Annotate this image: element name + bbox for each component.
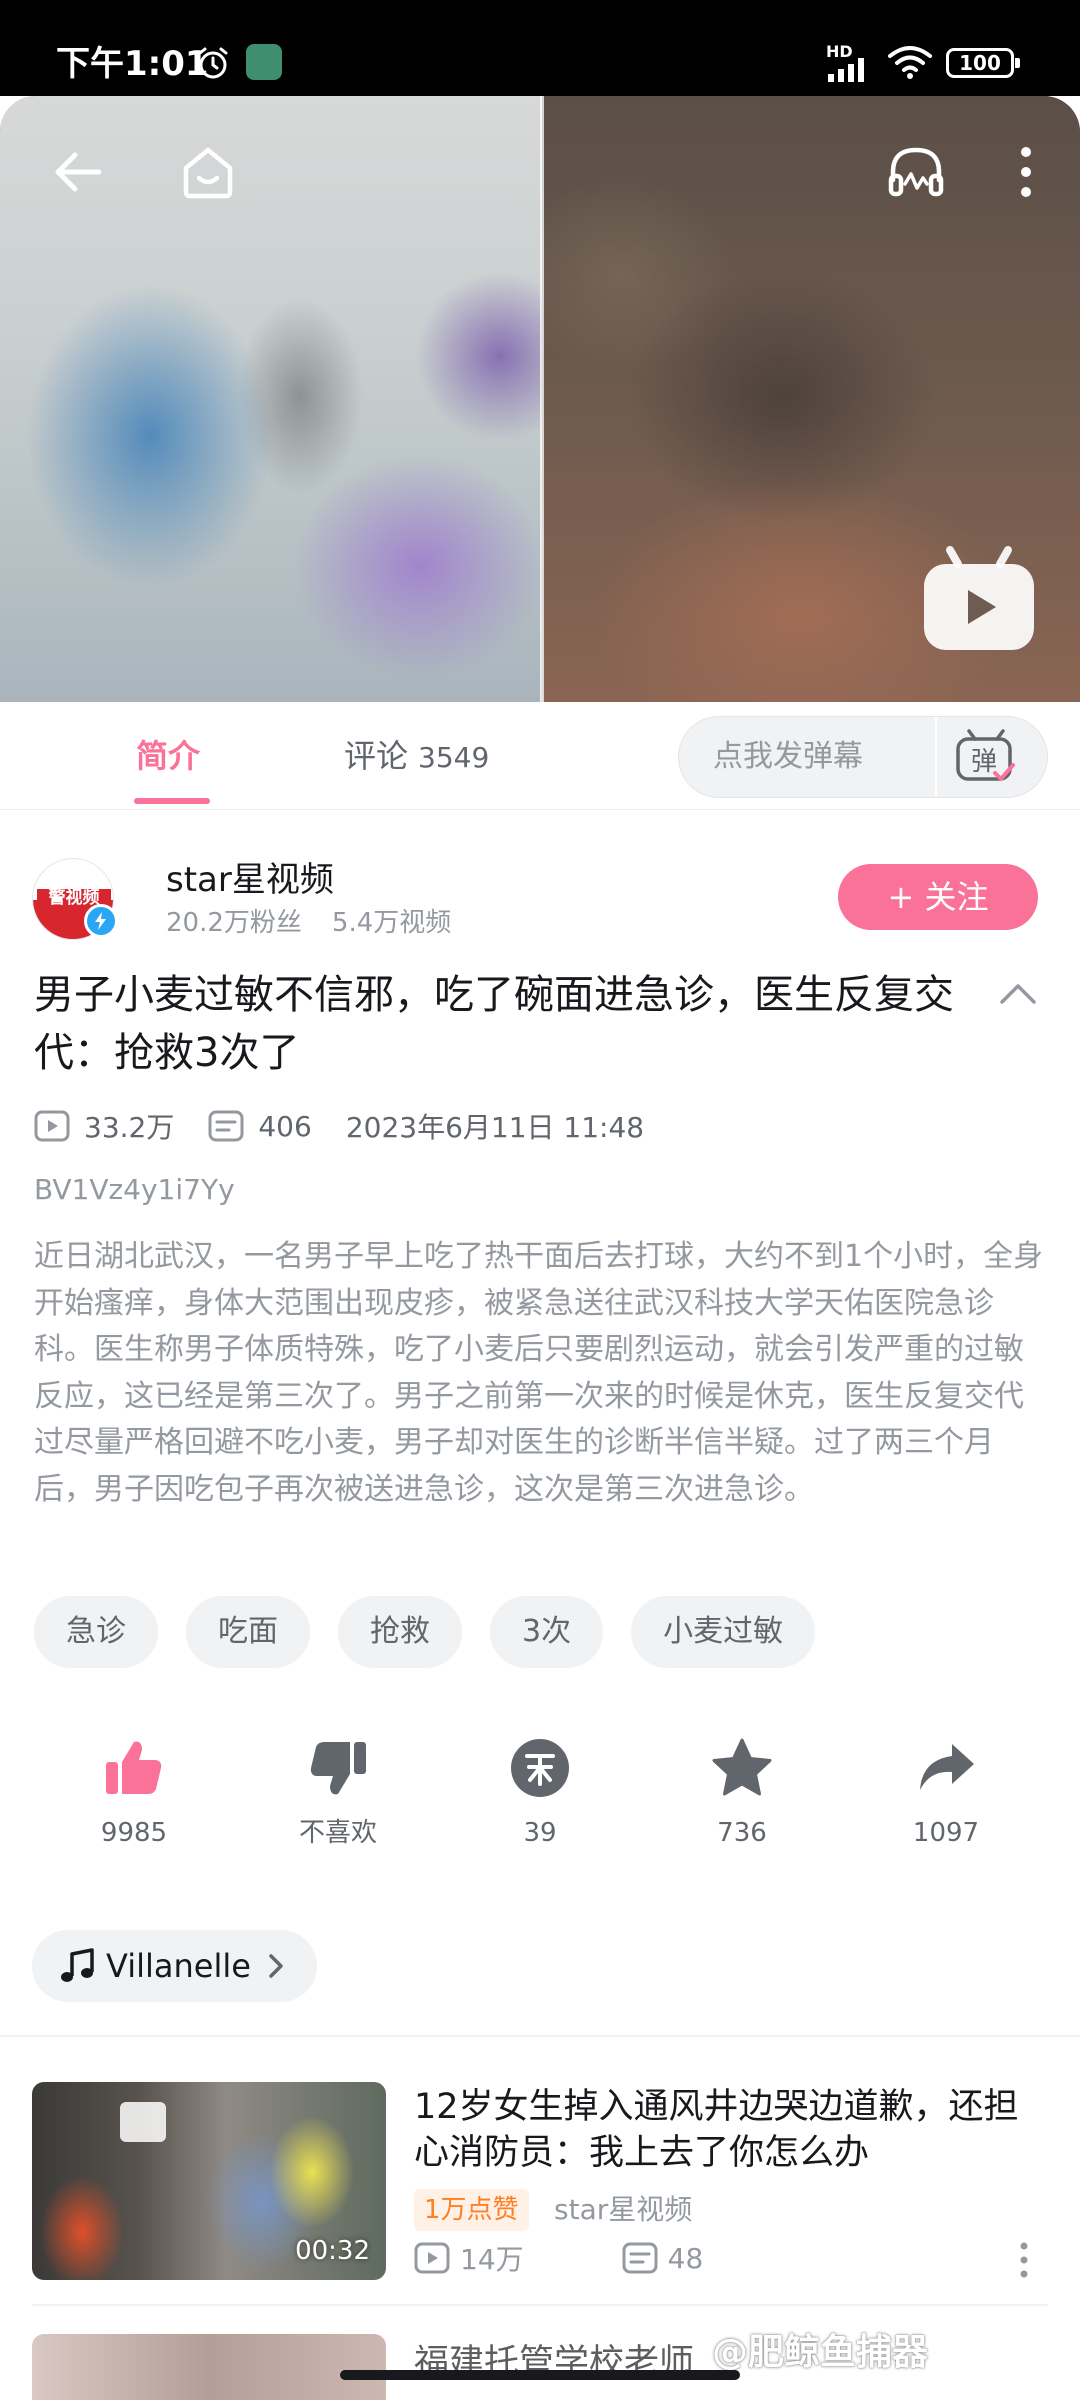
thumbnail-sticker xyxy=(120,2102,166,2142)
danmaku-count: 406 xyxy=(258,1109,312,1143)
next-recommended-thumbnail[interactable] xyxy=(32,2334,386,2400)
audio-mode-button[interactable] xyxy=(880,136,952,208)
wifi-icon xyxy=(888,46,932,79)
tv-play-icon[interactable] xyxy=(920,544,1038,654)
music-note-icon xyxy=(61,1948,94,1982)
more-options-button[interactable] xyxy=(990,136,1062,208)
uploader-stats: 20.2万粉丝 5.4万视频 xyxy=(166,904,451,942)
notification-app-icon xyxy=(246,44,282,80)
uploader-name[interactable]: star星视频 xyxy=(166,856,334,904)
home-icon xyxy=(183,147,233,199)
back-arrow-icon xyxy=(55,152,102,192)
recommended-thumbnail[interactable]: 00:32 xyxy=(32,2082,386,2280)
more-vertical-icon xyxy=(1021,147,1031,197)
danmaku-count-icon xyxy=(208,1110,244,1142)
battery-indicator: 100 xyxy=(946,48,1020,78)
share-count: 1097 xyxy=(912,1818,980,1848)
share-button[interactable]: 1097 xyxy=(876,1736,1016,1852)
status-time: 下午1:01 xyxy=(56,44,209,84)
thumbs-up-icon xyxy=(106,1741,162,1794)
play-count-icon xyxy=(414,2242,450,2274)
status-bar: 下午1:01 HD 100 xyxy=(0,0,1080,96)
coin-icon xyxy=(511,1739,569,1797)
chevron-up-icon[interactable] xyxy=(996,978,1040,1008)
tag-chip[interactable]: 3次 xyxy=(490,1596,604,1668)
tag-list: 急诊 吃面 抢救 3次 小麦过敏 xyxy=(34,1596,843,1668)
play-count-icon xyxy=(34,1110,70,1142)
video-meta: 33.2万 406 2023年6月11日 11:48 xyxy=(34,1104,644,1148)
back-button[interactable] xyxy=(42,136,114,208)
video-title: 男子小麦过敏不信邪，吃了碗面进急诊，医生反复交代：抢救3次了 xyxy=(34,972,954,1076)
music-title: Villanelle xyxy=(106,1947,251,1985)
recommended-title[interactable]: 12岁女生掉入通风井边哭边道歉，还担心消防员：我上去了你怎么办 xyxy=(414,2084,1050,2176)
alarm-icon xyxy=(198,47,228,79)
like-count: 9985 xyxy=(100,1818,168,1848)
coin-button[interactable]: 39 xyxy=(470,1736,610,1852)
watermark: @肥鲸鱼捕器 xyxy=(712,2332,929,2373)
danmaku-divider xyxy=(935,717,937,797)
favorite-button[interactable]: 736 xyxy=(672,1736,812,1852)
danmaku-bar: 点我发弹幕 弹 xyxy=(678,716,1048,798)
share-arrow-icon xyxy=(920,1744,974,1790)
video-player[interactable] xyxy=(0,96,1080,702)
list-divider xyxy=(32,2304,1048,2306)
tag-chip[interactable]: 小麦过敏 xyxy=(631,1596,816,1668)
tab-intro[interactable]: 简介 xyxy=(136,732,200,780)
chevron-right-icon xyxy=(269,1954,283,1978)
signal-icon xyxy=(828,58,864,82)
tag-chip[interactable]: 急诊 xyxy=(34,1596,158,1668)
thumbs-down-icon xyxy=(310,1742,366,1795)
danmaku-input[interactable]: 点我发弹幕 xyxy=(713,734,863,780)
dislike-label: 不喜欢 xyxy=(298,1818,377,1848)
tab-active-indicator xyxy=(134,798,210,804)
recommended-danmaku: 48 xyxy=(667,2241,704,2275)
publish-date: 2023年6月11日 11:48 xyxy=(345,1111,645,1144)
coin-count: 39 xyxy=(523,1818,557,1848)
section-divider xyxy=(0,2035,1080,2037)
video-tab-bar: 简介 评论 3549 点我发弹幕 弹 xyxy=(0,702,1080,810)
recommended-author: star星视频 xyxy=(554,2193,693,2226)
home-button[interactable] xyxy=(172,136,244,208)
headphones-icon xyxy=(888,147,944,197)
tag-chip[interactable]: 吃面 xyxy=(186,1596,310,1668)
dislike-button[interactable]: 不喜欢 xyxy=(268,1736,408,1852)
follow-button[interactable]: + 关注 xyxy=(838,864,1038,930)
uploader-logo-text: 警视频 xyxy=(48,887,100,908)
tag-chip[interactable]: 抢救 xyxy=(338,1596,462,1668)
uploader-fans: 20.2万粉丝 xyxy=(166,908,302,938)
video-split-divider xyxy=(540,96,544,702)
danmaku-count-icon xyxy=(622,2242,658,2274)
bvid[interactable]: BV1Vz4y1i7Yy xyxy=(34,1170,235,1210)
tab-comments-count: 3549 xyxy=(418,741,490,774)
more-vertical-icon[interactable] xyxy=(1012,2240,1036,2280)
home-indicator[interactable] xyxy=(340,2370,740,2380)
next-recommended-title[interactable]: 福建托管学校老师 xyxy=(414,2340,714,2370)
favorite-count: 736 xyxy=(717,1818,767,1848)
tab-comments[interactable]: 评论 3549 xyxy=(344,732,489,782)
star-icon xyxy=(712,1738,772,1796)
uploader-videos: 5.4万视频 xyxy=(331,908,452,938)
video-description: 近日湖北武汉，一名男子早上吃了热干面后去打球，大约不到1个小时，全身开始瘙痒，身… xyxy=(34,1239,1044,1507)
recommended-stats: 14万 48 xyxy=(414,2236,703,2280)
like-button[interactable]: 9985 xyxy=(64,1736,204,1852)
recommended-like-badge: 1万点赞 xyxy=(414,2189,529,2231)
music-chip[interactable]: Villanelle xyxy=(32,1930,317,2002)
recommended-views: 14万 xyxy=(460,2243,524,2276)
danmaku-toggle-icon[interactable]: 弹 xyxy=(955,729,1017,785)
verified-badge-icon xyxy=(84,904,118,938)
tab-comments-label: 评论 xyxy=(344,737,409,775)
recommended-duration: 00:32 xyxy=(295,2236,370,2266)
view-count: 33.2万 xyxy=(84,1111,175,1144)
